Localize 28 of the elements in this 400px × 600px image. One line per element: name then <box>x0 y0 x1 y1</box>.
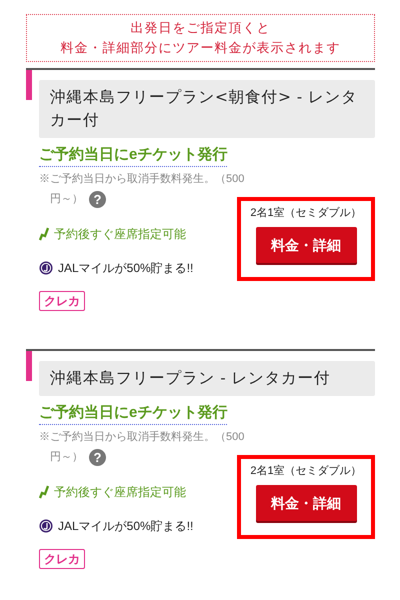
accent-bar <box>26 70 32 100</box>
zigzag-icon <box>39 485 49 499</box>
room-type: 2名1室（セミダブル） <box>250 206 362 221</box>
accent-bar <box>26 351 32 381</box>
eticket-heading: ご予約当日にeチケット発行 <box>39 402 228 425</box>
circle-icon <box>39 261 53 275</box>
help-icon[interactable]: ? <box>89 448 106 466</box>
cancel-note: ※ご予約当日から取消手数料発生。（500 <box>39 172 246 187</box>
circle-icon <box>39 519 53 533</box>
notice-text: 料金・詳細部分にツアー料金が表示されます <box>60 40 340 56</box>
price-details-button[interactable]: 料金・詳細 <box>256 227 356 263</box>
zigzag-icon <box>39 227 49 241</box>
cancel-note: 円～） <box>50 450 83 465</box>
feature-text: 予約後すぐ座席指定可能 <box>54 226 186 243</box>
help-icon[interactable]: ? <box>89 190 106 208</box>
eticket-heading: ご予約当日にeチケット発行 <box>39 144 228 167</box>
feature-text: 予約後すぐ座席指定可能 <box>54 484 186 501</box>
feature-text: JALマイルが50%貯まる!! <box>58 260 194 277</box>
payment-tag: クレカ <box>39 549 85 569</box>
room-type: 2名1室（セミダブル） <box>250 464 362 479</box>
notice-text: 出発日をご指定頂くと <box>130 20 270 36</box>
feature-text: JALマイルが50%貯まる!! <box>58 518 194 535</box>
payment-tag: クレカ <box>39 291 85 311</box>
plan-title: 沖縄本島フリープラン<朝食付> - レンタカー付 <box>39 80 375 138</box>
price-details-button[interactable]: 料金・詳細 <box>256 485 356 521</box>
cancel-note: 円～） <box>50 192 83 207</box>
cancel-note: ※ご予約当日から取消手数料発生。（500 <box>39 430 246 445</box>
plan-title: 沖縄本島フリープラン - レンタカー付 <box>39 361 375 396</box>
